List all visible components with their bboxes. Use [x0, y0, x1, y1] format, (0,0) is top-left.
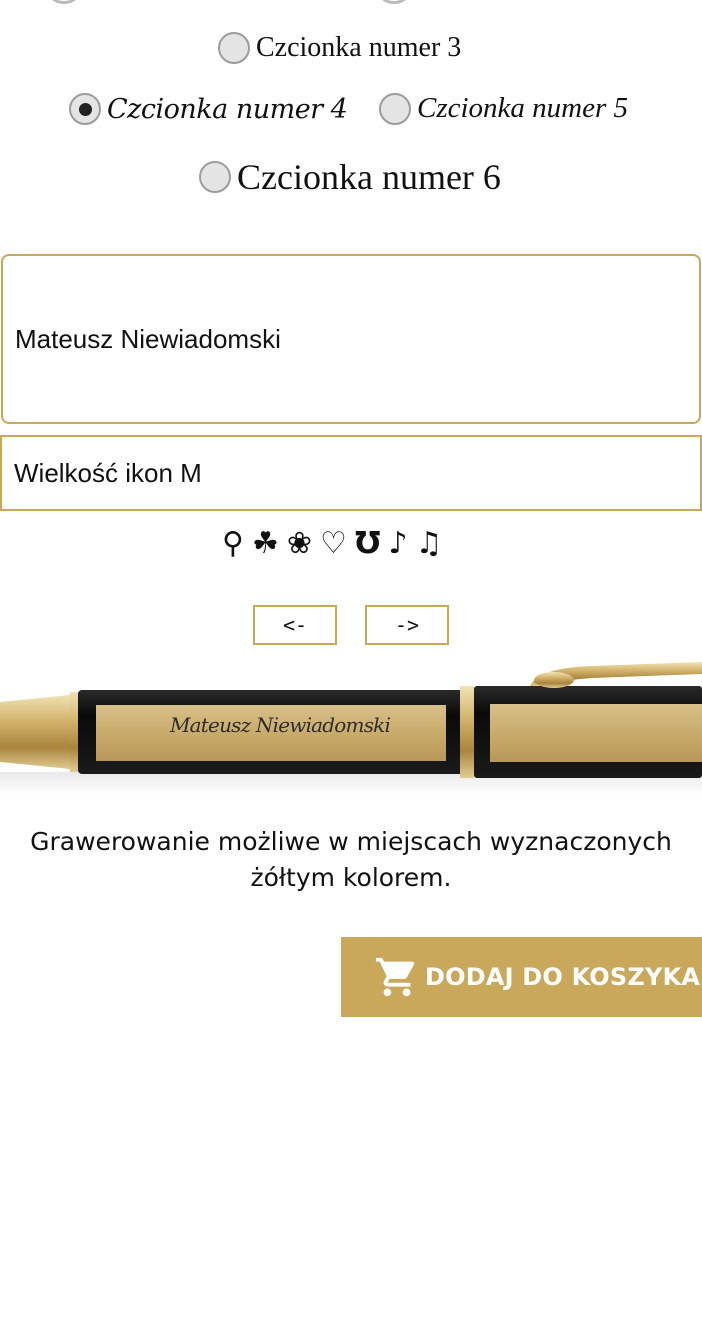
font-option-5-label: Czcionka numer 5	[417, 92, 629, 124]
icon-size-select[interactable]: Wielkość ikon M	[0, 435, 702, 511]
icon-picker: ⚲ ☘ ❀ ♡ Ʊ ♪ ♫	[222, 524, 443, 564]
font-option-glyph-partial	[380, 0, 408, 4]
flower-icon[interactable]: ❀	[287, 529, 312, 559]
engraving-text-input[interactable]: Mateusz Niewiadomski	[1, 254, 701, 424]
font-option-5[interactable]: Czcionka numer 5	[379, 92, 628, 125]
icon-size-selected-value: Wielkość ikon M	[14, 457, 202, 488]
horseshoe-icon[interactable]: Ʊ	[355, 529, 381, 559]
font-option-4-label: Czcionka numer 4	[107, 93, 348, 125]
add-to-cart-button[interactable]: DODAJ DO KOSZYKA	[341, 937, 702, 1017]
next-button[interactable]: ->	[365, 605, 449, 645]
font-option-6[interactable]: Czcionka numer 6	[199, 156, 501, 198]
prev-button[interactable]: <-	[253, 605, 337, 645]
font-option-4[interactable]: Czcionka numer 4	[69, 93, 348, 125]
heart-icon[interactable]: ♡	[320, 529, 347, 559]
font-option-6-radio[interactable]	[199, 161, 231, 193]
font-option-5-radio[interactable]	[379, 92, 411, 125]
eighth-note-icon[interactable]: ♪	[388, 529, 407, 559]
engraving-info-text: Grawerowanie możliwe w miejscach wyznacz…	[30, 827, 672, 892]
engraving-text-value: Mateusz Niewiadomski	[15, 323, 281, 354]
pen-engraving-preview: Mateusz Niewiadomski	[170, 713, 391, 737]
font-option-3[interactable]: Czcionka numer 3	[218, 32, 461, 64]
previous-font-options-partial	[0, 0, 702, 10]
font-option-glyph-partial	[50, 0, 78, 4]
cart-icon	[375, 957, 415, 997]
font-option-3-radio[interactable]	[218, 32, 250, 64]
font-option-3-label: Czcionka numer 3	[256, 32, 462, 63]
font-option-4-radio[interactable]	[69, 93, 101, 125]
balloon-icon[interactable]: ⚲	[222, 529, 244, 559]
add-to-cart-label: DODAJ DO KOSZYKA	[425, 963, 701, 991]
font-option-6-label: Czcionka numer 6	[237, 157, 501, 197]
clover-icon[interactable]: ☘	[252, 529, 279, 559]
beamed-notes-icon[interactable]: ♫	[416, 529, 443, 559]
